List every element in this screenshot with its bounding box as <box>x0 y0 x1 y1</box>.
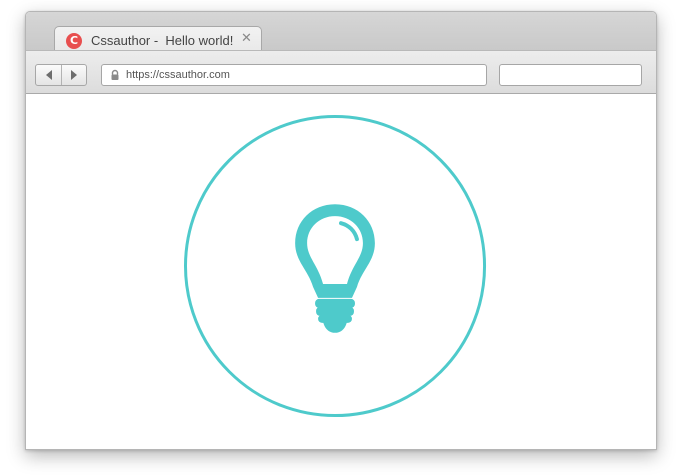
navigation-buttons <box>35 64 87 86</box>
back-arrow-icon <box>45 70 52 80</box>
lightbulb-icon <box>295 204 375 333</box>
search-input[interactable] <box>499 64 642 86</box>
browser-tab[interactable]: C Cssauthor - Hello world! ✕ <box>54 26 262 51</box>
address-bar[interactable]: https://cssauthor.com <box>101 64 487 86</box>
address-url: https://cssauthor.com <box>126 69 230 81</box>
lock-icon <box>111 69 119 80</box>
browser-toolbar: https://cssauthor.com <box>26 50 656 94</box>
hero-graphic <box>183 114 487 418</box>
tab-title: Cssauthor - Hello world! <box>91 33 234 48</box>
forward-arrow-icon <box>71 70 77 80</box>
close-icon[interactable]: ✕ <box>241 31 252 47</box>
page-content <box>26 94 656 449</box>
tab-strip: C Cssauthor - Hello world! ✕ <box>26 12 656 51</box>
accent-circle <box>183 114 487 418</box>
forward-button[interactable] <box>61 65 86 85</box>
back-button[interactable] <box>36 65 61 85</box>
favicon-icon: C <box>66 33 82 49</box>
browser-window: C Cssauthor - Hello world! ✕ https://css… <box>25 11 657 450</box>
